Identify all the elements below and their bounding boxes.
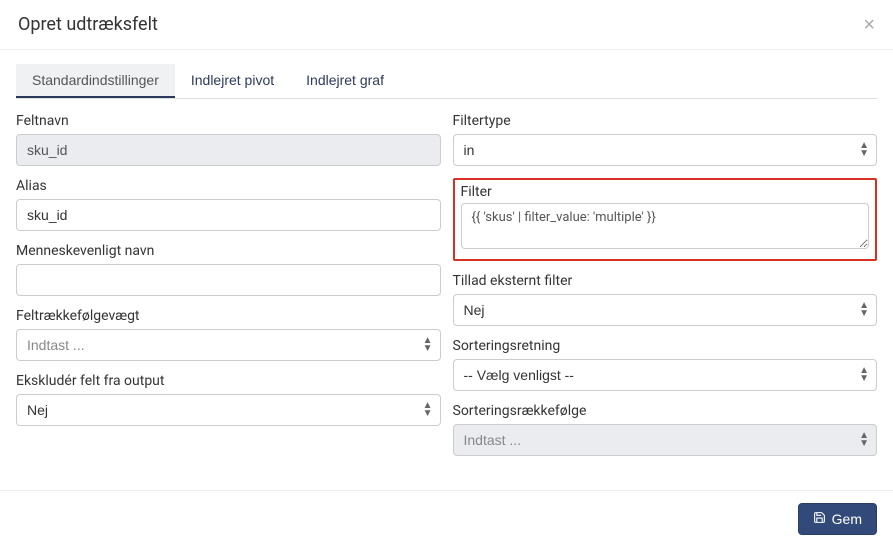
- group-alias: Alias: [16, 178, 441, 231]
- alias-input[interactable]: [16, 199, 441, 231]
- save-button[interactable]: Gem: [798, 503, 877, 535]
- label-alias: Alias: [16, 178, 441, 194]
- group-orderweight: Feltrækkefølgevægt ▲▼: [16, 308, 441, 361]
- fieldname-input: [16, 134, 441, 166]
- close-icon: ×: [863, 14, 875, 36]
- tab-embedded-graph[interactable]: Indlejret graf: [290, 64, 400, 98]
- label-orderweight: Feltrækkefølgevægt: [16, 308, 441, 324]
- modal-body: Standardindstillinger Indlejret pivot In…: [0, 50, 893, 490]
- modal-title: Opret udtræksfelt: [18, 14, 158, 35]
- label-exclude: Ekskludér felt fra output: [16, 373, 441, 389]
- save-button-label: Gem: [832, 511, 862, 527]
- group-filtertype: Filtertype in ▲▼: [453, 113, 878, 166]
- exclude-select[interactable]: Nej: [16, 394, 441, 426]
- label-fieldname: Feltnavn: [16, 113, 441, 129]
- sortdir-select[interactable]: -- Vælg venligst --: [453, 359, 878, 391]
- tab-embedded-pivot[interactable]: Indlejret pivot: [175, 64, 290, 98]
- form-col-left: Feltnavn Alias Menneskevenligt navn Felt…: [16, 113, 441, 468]
- close-button[interactable]: ×: [863, 15, 875, 35]
- humanname-input[interactable]: [16, 264, 441, 296]
- create-extraction-field-modal: Opret udtræksfelt × Standardindstillinge…: [0, 0, 893, 547]
- group-filter: Filter: [453, 178, 878, 261]
- filtertype-select[interactable]: in: [453, 134, 878, 166]
- label-sortdir: Sorteringsretning: [453, 338, 878, 354]
- save-icon: [813, 511, 826, 527]
- group-sortdir: Sorteringsretning -- Vælg venligst -- ▲▼: [453, 338, 878, 391]
- group-humanname: Menneskevenligt navn: [16, 243, 441, 296]
- label-external: Tillad eksternt filter: [453, 273, 878, 289]
- group-fieldname: Feltnavn: [16, 113, 441, 166]
- label-sortorder: Sorteringsrækkefølge: [453, 403, 878, 419]
- orderweight-input[interactable]: [16, 329, 441, 361]
- modal-footer: Gem: [0, 490, 893, 547]
- label-filtertype: Filtertype: [453, 113, 878, 129]
- sortorder-input: [453, 424, 878, 456]
- modal-header: Opret udtræksfelt ×: [0, 0, 893, 50]
- tabs: Standardindstillinger Indlejret pivot In…: [16, 64, 877, 99]
- group-exclude: Ekskludér felt fra output Nej ▲▼: [16, 373, 441, 426]
- tab-standard[interactable]: Standardindstillinger: [16, 64, 175, 98]
- group-sortorder: Sorteringsrækkefølge ▲▼: [453, 403, 878, 456]
- group-external: Tillad eksternt filter Nej ▲▼: [453, 273, 878, 326]
- form-columns: Feltnavn Alias Menneskevenligt navn Felt…: [16, 113, 877, 468]
- form-col-right: Filtertype in ▲▼ Filter Tillad eksternt …: [453, 113, 878, 468]
- external-select[interactable]: Nej: [453, 294, 878, 326]
- label-humanname: Menneskevenligt navn: [16, 243, 441, 259]
- filter-textarea[interactable]: [461, 203, 870, 249]
- label-filter: Filter: [461, 184, 870, 200]
